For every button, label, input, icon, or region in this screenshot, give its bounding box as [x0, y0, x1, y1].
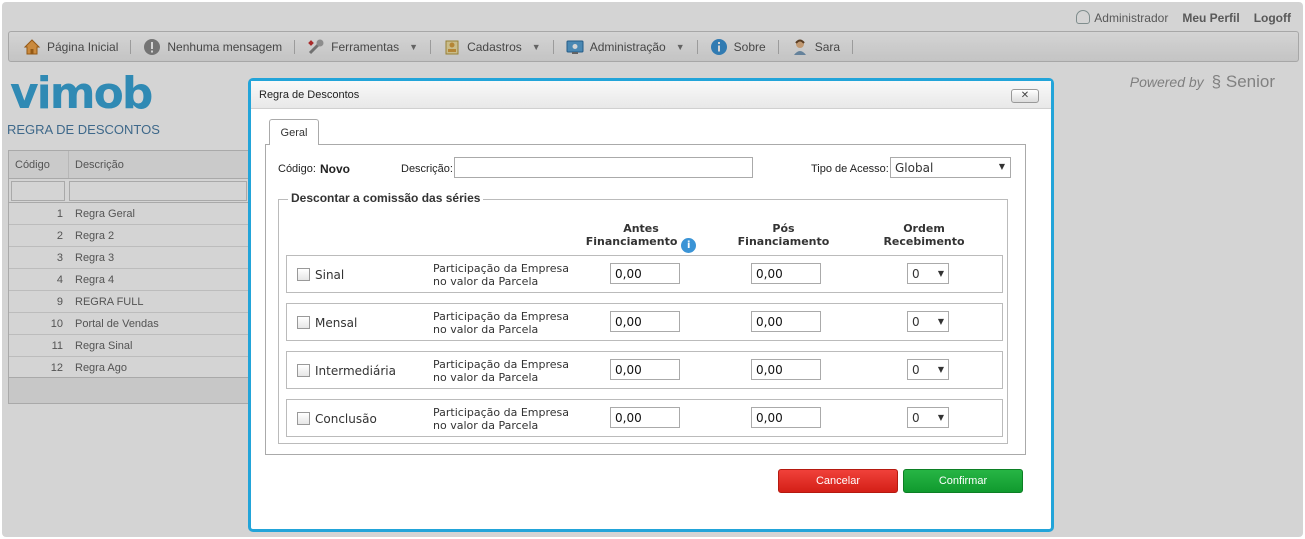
series-row: Mensal Participação da Empresa no valor da…	[286, 303, 1003, 341]
col-antes-line1: Antes	[623, 222, 659, 235]
pos-financiamento-input[interactable]: 0,00	[751, 311, 821, 332]
participation-label: Participação da Empresa no valor da Parce…	[433, 358, 569, 384]
participation-label: Participação da Empresa no valor da Parce…	[433, 310, 569, 336]
participation-line1: Participação da Empresa	[433, 406, 570, 419]
tipo-acesso-value: Global	[895, 161, 934, 175]
dialog-title: Regra de Descontos	[251, 81, 1051, 109]
antes-financiamento-input[interactable]: 0,00	[610, 359, 680, 380]
col-pos-header: Pós Financiamento	[721, 222, 846, 248]
tab-panel-geral: Código: Novo Descrição: Tipo de Acesso: …	[265, 144, 1026, 455]
participation-label: Participação da Empresa no valor da Parce…	[433, 406, 569, 432]
series-name: Mensal	[315, 316, 358, 330]
ordem-value: 0	[912, 267, 920, 281]
series-checkbox[interactable]	[297, 364, 310, 377]
participation-label: Participação da Empresa no valor da Parce…	[433, 262, 569, 288]
series-checkbox[interactable]	[297, 412, 310, 425]
cancel-button[interactable]: Cancelar	[778, 469, 898, 493]
antes-financiamento-input[interactable]: 0,00	[610, 407, 680, 428]
close-button[interactable]: ✕	[1011, 89, 1039, 103]
participation-line1: Participação da Empresa	[433, 262, 570, 275]
series-name: Sinal	[315, 268, 345, 282]
codigo-value: Novo	[320, 162, 350, 176]
ordem-recebimento-select[interactable]: 0 ▼	[907, 407, 949, 428]
series-checkbox[interactable]	[297, 316, 310, 329]
pos-financiamento-input[interactable]: 0,00	[751, 263, 821, 284]
chevron-down-icon: ▼	[937, 317, 944, 326]
col-ordem-line1: Ordem	[903, 222, 945, 235]
col-pos-line2: Financiamento	[737, 235, 830, 248]
ordem-value: 0	[912, 363, 920, 377]
ordem-recebimento-select[interactable]: 0 ▼	[907, 359, 949, 380]
chevron-down-icon: ▼	[937, 413, 944, 422]
tipo-acesso-label: Tipo de Acesso:	[811, 163, 889, 175]
participation-line1: Participação da Empresa	[433, 310, 570, 323]
ordem-value: 0	[912, 411, 920, 425]
series-checkbox[interactable]	[297, 268, 310, 281]
participation-line2: no valor da Parcela	[433, 419, 539, 432]
pos-financiamento-input[interactable]: 0,00	[751, 407, 821, 428]
series-row: Sinal Participação da Empresa no valor da …	[286, 255, 1003, 293]
descricao-label: Descrição:	[401, 163, 453, 175]
participation-line2: no valor da Parcela	[433, 275, 539, 288]
pos-financiamento-input[interactable]: 0,00	[751, 359, 821, 380]
tipo-acesso-select[interactable]: Global ▼	[890, 157, 1011, 178]
chevron-down-icon: ▼	[937, 269, 944, 278]
chevron-down-icon: ▼	[998, 162, 1005, 171]
info-icon[interactable]: i	[681, 238, 697, 253]
col-antes-header: Antes Financiamento i	[576, 222, 706, 253]
series-name: Conclusão	[315, 412, 377, 426]
discount-rule-dialog: Regra de Descontos ✕ Geral Código: Novo …	[248, 78, 1054, 532]
series-row: Conclusão Participação da Empresa no valor…	[286, 399, 1003, 437]
antes-financiamento-input[interactable]: 0,00	[610, 311, 680, 332]
ordem-value: 0	[912, 315, 920, 329]
confirm-button[interactable]: Confirmar	[903, 469, 1023, 493]
ordem-recebimento-select[interactable]: 0 ▼	[907, 311, 949, 332]
descricao-input[interactable]	[454, 157, 753, 178]
tab-geral[interactable]: Geral	[269, 119, 319, 145]
participation-line1: Participação da Empresa	[433, 358, 570, 371]
codigo-label: Código:	[278, 163, 316, 175]
col-antes-line2: Financiamento	[585, 235, 678, 248]
col-pos-line1: Pós	[772, 222, 795, 235]
col-ordem-line2: Recebimento	[883, 235, 965, 248]
ordem-recebimento-select[interactable]: 0 ▼	[907, 263, 949, 284]
participation-line2: no valor da Parcela	[433, 323, 539, 336]
chevron-down-icon: ▼	[937, 365, 944, 374]
series-row: Intermediária Participação da Empresa no v…	[286, 351, 1003, 389]
series-name: Intermediária	[315, 364, 396, 378]
participation-line2: no valor da Parcela	[433, 371, 539, 384]
antes-financiamento-input[interactable]: 0,00	[610, 263, 680, 284]
series-legend: Descontar a comissão das séries	[288, 191, 484, 205]
col-ordem-header: Ordem Recebimento	[864, 222, 984, 248]
